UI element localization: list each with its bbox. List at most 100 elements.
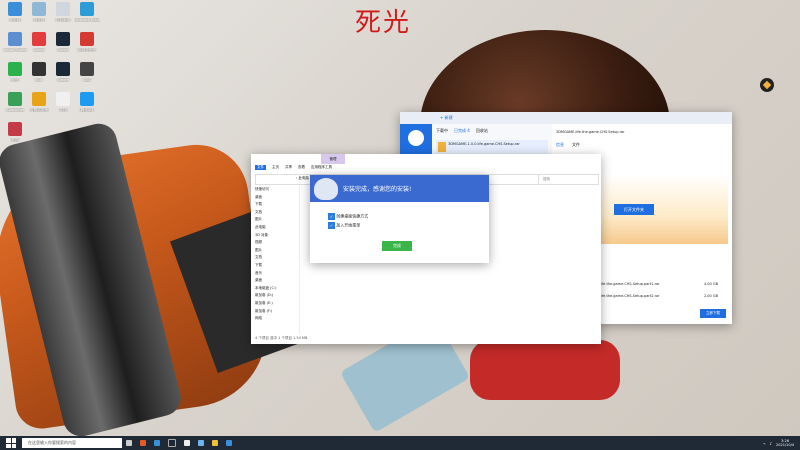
desktop-icon[interactable]: Steam (50, 62, 76, 82)
app-icon (80, 32, 94, 46)
taskbar-search-input[interactable]: 在这里输入你要搜索的内容 (22, 438, 122, 448)
steam-icon[interactable] (168, 439, 176, 447)
nav-item[interactable]: 新加卷 (D:) (251, 292, 299, 300)
desktop-icon-label: Adobe (33, 48, 45, 52)
nav-item[interactable]: 桌面 (251, 277, 299, 285)
dm-bottom-button[interactable]: 立即下载 (700, 309, 726, 318)
dm-detail-tab-files[interactable]: 文件 (572, 142, 580, 148)
explorer-search-input[interactable]: 搜索 (538, 175, 598, 184)
nav-item[interactable]: 此电脑 (251, 224, 299, 232)
install-option[interactable]: ✓ 创建桌面快捷方式 (328, 213, 368, 220)
desktop-icon-label: 网易云音乐 (78, 48, 96, 52)
desktop-icon[interactable]: Steam (50, 32, 76, 52)
app-icon (8, 62, 22, 76)
explorer-manage-tab[interactable]: 管理 (321, 154, 345, 164)
nav-item[interactable]: 新加卷 (F:) (251, 308, 299, 316)
nav-item[interactable]: 图片 (251, 247, 299, 255)
desktop-icon[interactable]: 腾讯QQ (74, 92, 100, 112)
desktop-icon-label: 文档 (59, 108, 67, 112)
explorer-titlebar: 管理 (251, 154, 601, 164)
nav-item[interactable]: 新加卷 (E:) (251, 300, 299, 308)
ribbon-tab-share[interactable]: 共享 (285, 165, 292, 170)
dm-tab-completed[interactable]: 已完成 4 (454, 128, 470, 134)
checkbox-checked-icon[interactable]: ✓ (328, 213, 335, 220)
folder-icon[interactable] (212, 440, 218, 446)
tray-volume-icon[interactable]: ♪ (769, 441, 772, 446)
app-icon (8, 2, 22, 16)
desktop-icon[interactable]: Microsoft Edge (74, 2, 100, 22)
install-option[interactable]: ✓ 加入开始菜单 (328, 222, 360, 229)
desktop-icon[interactable]: 文档 (50, 92, 76, 112)
desktop-icon[interactable]: Visual Studio (2, 32, 28, 52)
dm-new-button[interactable]: + 新建 (440, 115, 453, 121)
install-dialog: 安装完成，感谢您的安装! ✓ 创建桌面快捷方式 ✓ 加入开始菜单 完成 (310, 175, 489, 263)
desktop-icon-label: Microsoft Edge (74, 18, 100, 22)
dm-open-folder-button[interactable]: 打开文件夹 (614, 204, 654, 215)
desktop-icon[interactable]: Anaconda (2, 92, 28, 112)
dm-file-row[interactable]: life.the.game.CHS.Setup.part2.rar 2.00 G… (600, 294, 728, 304)
app-icon (56, 32, 70, 46)
nav-item[interactable]: 文档 (251, 254, 299, 262)
store-icon[interactable] (154, 440, 160, 446)
desktop-icon[interactable]: 谷歌浏览器 (26, 92, 52, 112)
dm-active-item[interactable]: 3DMGAME-1.0.0.life.game.CHS.Setup.rar (436, 140, 548, 154)
desktop-icon[interactable]: 回收站 (26, 2, 52, 22)
app-icon[interactable] (226, 440, 232, 446)
nav-item[interactable]: 网络 (251, 315, 299, 323)
app-icon[interactable] (184, 440, 190, 446)
desktop-icon-label: 腾讯QQ (80, 108, 94, 112)
desktop-icon-label: Epic (35, 78, 43, 82)
nav-item[interactable]: 3D 对象 (251, 232, 299, 240)
desktop-icon[interactable]: OBS (74, 62, 100, 82)
explorer-nav-pane: 快速访问 桌面 下载 文档 图片 此电脑 3D 对象 视频 图片 文档 下载 音乐 桌面 本地磁盘 (C:… (251, 186, 300, 334)
dm-detail-tab-info[interactable]: 信息 (556, 142, 564, 148)
nav-item[interactable]: 下载 (251, 201, 299, 209)
ribbon-tab-app-tools[interactable]: 应用程序工具 (311, 165, 332, 170)
desktop-icon[interactable]: Adobe (26, 32, 52, 52)
desktop-icon[interactable]: 微信 (2, 62, 28, 82)
desktop-icon-label: 控制面板 (56, 18, 70, 22)
desktop-icon[interactable]: 控制面板 (50, 2, 76, 22)
desktop-icon[interactable]: 原神 (2, 122, 28, 142)
browser-icon[interactable] (140, 440, 146, 446)
finish-button[interactable]: 完成 (382, 241, 412, 251)
explorer-statusbar: 4 个项目 选中 1 个项目 1.54 MB (255, 336, 308, 340)
download-manager-icon[interactable] (198, 440, 204, 446)
ribbon-tab-view[interactable]: 查看 (298, 165, 305, 170)
dm-detail-title: 3DMGAME-life.the.game.CHS.Setup.rar (556, 130, 625, 134)
nav-item[interactable]: 快速访问 (251, 186, 299, 194)
desktop-icon-label: 回收站 (33, 18, 45, 22)
dm-tab-recycle[interactable]: 回收站 (476, 128, 488, 134)
desktop-icon-label: Steam (57, 78, 69, 82)
app-icon (8, 122, 22, 136)
start-windows-icon[interactable] (6, 438, 16, 448)
install-header: 安装完成，感谢您的安装! (310, 175, 489, 202)
checkbox-checked-icon[interactable]: ✓ (328, 222, 335, 229)
taskbar-clock[interactable]: 3:26 2021/10/4 (776, 439, 794, 447)
desktop-icon-label: OBS (83, 78, 91, 82)
nav-item[interactable]: 桌面 (251, 194, 299, 202)
nav-item[interactable]: 本地磁盘 (C:) (251, 285, 299, 293)
app-icon (32, 32, 46, 46)
dm-file-row[interactable]: life.the.game.CHS.Setup.part1.rar 4.00 G… (600, 282, 728, 292)
app-icon (80, 2, 94, 16)
ribbon-tab-home[interactable]: 主页 (272, 165, 279, 170)
wallpaper-red (470, 340, 620, 400)
dm-active-filename: 3DMGAME-1.0.0.life.game.CHS.Setup.rar (448, 142, 520, 146)
desktop-icon-label: 谷歌浏览器 (30, 108, 48, 112)
desktop-icon[interactable]: 网易云音乐 (74, 32, 100, 52)
desktop-icon[interactable]: 此电脑 (2, 2, 28, 22)
floating-badge-icon[interactable] (760, 78, 774, 92)
app-icon (80, 62, 94, 76)
desktop-icon-label: 此电脑 (9, 18, 21, 22)
nav-item[interactable]: 音乐 (251, 270, 299, 278)
tray-network-icon[interactable]: ⌁ (763, 441, 765, 446)
nav-item[interactable]: 视频 (251, 239, 299, 247)
nav-item[interactable]: 图片 (251, 216, 299, 224)
desktop-icon[interactable]: Epic (26, 62, 52, 82)
nav-item[interactable]: 文档 (251, 209, 299, 217)
task-view-icon[interactable] (126, 440, 132, 446)
nav-item[interactable]: 下载 (251, 262, 299, 270)
dm-tab-downloading[interactable]: 下载中 (436, 128, 448, 134)
ribbon-tab-file[interactable]: 文件 (255, 165, 266, 170)
